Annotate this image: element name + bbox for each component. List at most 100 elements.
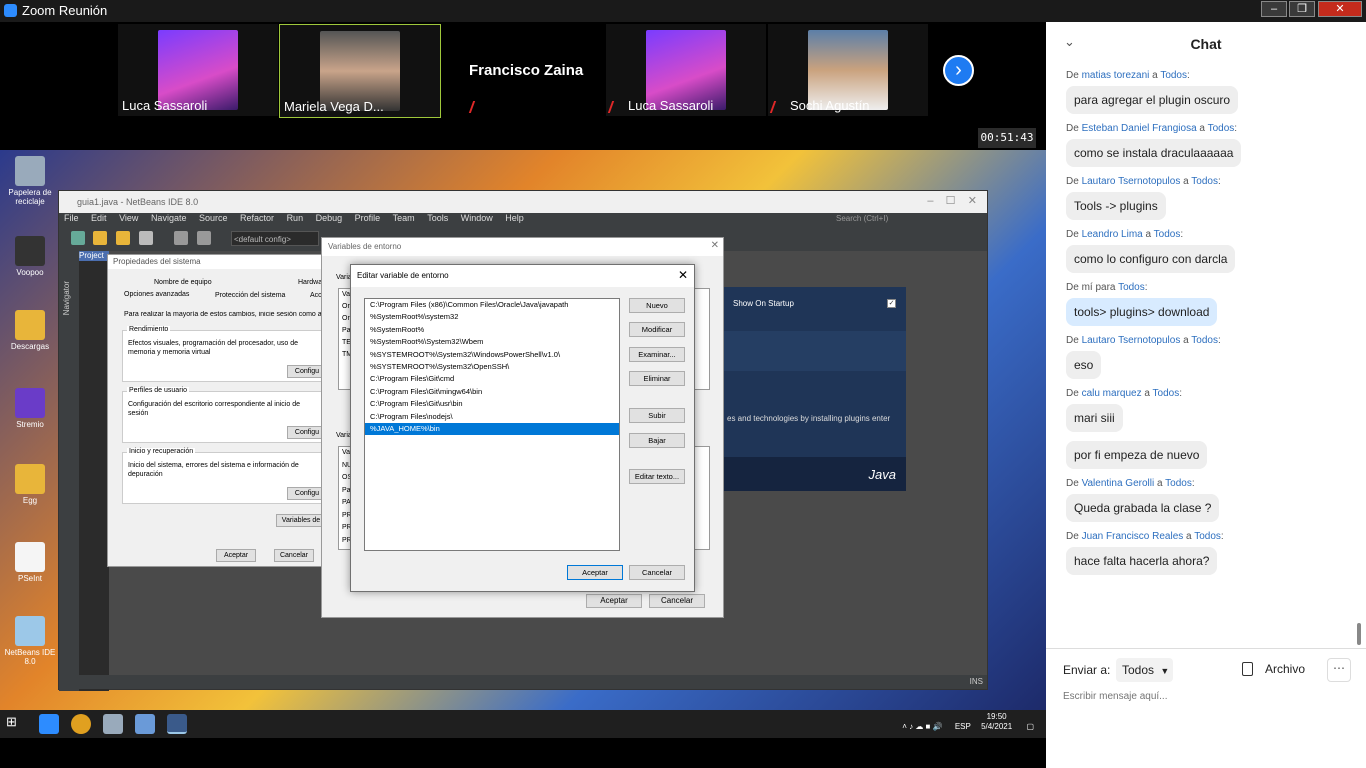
save-all-icon[interactable] <box>139 231 153 245</box>
subir-button[interactable]: Subir <box>629 408 685 423</box>
desktop-icon-egg[interactable]: Egg <box>2 464 58 505</box>
tab-hardware[interactable]: Hardwa <box>298 279 322 286</box>
java-logo: Java <box>868 467 896 482</box>
desktop-icon-descargas[interactable]: Descargas <box>2 310 58 351</box>
language-indicator[interactable]: ESP <box>955 722 971 731</box>
app-icon[interactable] <box>135 714 155 734</box>
maximize-button[interactable]: ❐ <box>1289 1 1315 17</box>
bajar-button[interactable]: Bajar <box>629 433 685 448</box>
menu-refactor[interactable]: Refactor <box>240 213 274 223</box>
path-list[interactable]: C:\Program Files (x86)\Common Files\Orac… <box>364 298 620 551</box>
tab-proteccion-sistema[interactable]: Protección del sistema <box>215 292 285 299</box>
show-on-startup-checkbox[interactable]: ✓ <box>887 299 896 308</box>
chat-message-input[interactable] <box>1063 688 1343 704</box>
chat-scrollbar[interactable] <box>1357 623 1361 645</box>
undo-icon[interactable] <box>174 231 188 245</box>
menu-edit[interactable]: Edit <box>91 213 107 223</box>
tray-icons[interactable]: ˄ ♪ ☁ ■ 🔊 <box>902 722 942 731</box>
clock-time: 19:50 <box>986 712 1007 721</box>
menu-file[interactable]: File <box>64 213 79 223</box>
participant-tile[interactable]: Sochi Agustín <box>768 24 928 116</box>
menu-help[interactable]: Help <box>505 213 524 223</box>
minimize-button[interactable]: – <box>1261 1 1287 17</box>
desktop-icon-stremio[interactable]: Stremio <box>2 388 58 429</box>
list-item[interactable]: %SystemRoot% <box>365 324 619 336</box>
file-button[interactable]: Archivo <box>1265 662 1305 676</box>
send-to-dropdown[interactable]: Todos ▼ <box>1116 658 1173 682</box>
list-item[interactable]: %SystemRoot%\System32\Wbem <box>365 336 619 348</box>
participant-tile-active-speaker[interactable]: Mariela Vega D... <box>279 24 441 118</box>
desktop-icon-voopoo[interactable]: Voopoo <box>2 236 58 277</box>
desktop-icon-pseint[interactable]: PSeInt <box>2 542 58 583</box>
menu-team[interactable]: Team <box>393 213 415 223</box>
list-item[interactable]: C:\Program Files\Git\mingw64\bin <box>365 386 619 398</box>
sysprops-aceptar-button[interactable]: Aceptar <box>216 549 256 562</box>
close-icon[interactable]: ✕ <box>711 240 719 251</box>
redo-icon[interactable] <box>197 231 211 245</box>
new-file-icon[interactable] <box>71 231 85 245</box>
new-project-icon[interactable] <box>93 231 107 245</box>
envvars-cancelar-button[interactable]: Cancelar <box>649 594 705 608</box>
desktop-icon-netbeans[interactable]: NetBeans IDE 8.0 <box>2 616 58 666</box>
menu-profile[interactable]: Profile <box>355 213 381 223</box>
list-item[interactable]: C:\Program Files (x86)\Common Files\Orac… <box>365 299 619 311</box>
menu-view[interactable]: View <box>119 213 138 223</box>
muted-mic-icon <box>468 101 484 113</box>
tab-nombre-equipo[interactable]: Nombre de equipo <box>154 279 212 286</box>
participant-tile[interactable]: Francisco Zaina <box>441 24 601 116</box>
envvars-aceptar-button[interactable]: Aceptar <box>586 594 642 608</box>
editvar-cancelar-button[interactable]: Cancelar <box>629 565 685 580</box>
netbeans-taskbar-icon[interactable] <box>167 714 187 734</box>
menu-debug[interactable]: Debug <box>316 213 343 223</box>
tab-opciones-avanzadas[interactable]: Opciones avanzadas <box>124 291 189 298</box>
list-item[interactable]: %SYSTEMROOT%\System32\OpenSSH\ <box>365 361 619 373</box>
notifications-icon[interactable]: ▢ <box>1026 722 1034 731</box>
config-select[interactable]: <default config> <box>231 231 319 246</box>
list-item[interactable]: %SystemRoot%\system32 <box>365 311 619 323</box>
message-bubble: mari siii <box>1066 404 1123 432</box>
next-page-arrow-icon[interactable]: › <box>943 55 974 86</box>
message-header: De calu marquez a Todos: <box>1066 388 1182 399</box>
close-button[interactable]: ✕ <box>1318 1 1362 17</box>
file-icon <box>15 542 45 572</box>
menu-source[interactable]: Source <box>199 213 228 223</box>
open-project-icon[interactable] <box>116 231 130 245</box>
desktop-icon-recycle-bin[interactable]: Papelera de reciclaje <box>2 156 58 206</box>
message-bubble: Queda grabada la clase ? <box>1066 494 1220 522</box>
menu-run[interactable]: Run <box>287 213 304 223</box>
navigator-tab[interactable]: Navigator <box>62 281 71 315</box>
explorer-icon[interactable] <box>103 714 123 734</box>
list-item[interactable]: C:\Program Files\nodejs\ <box>365 411 619 423</box>
projects-tab[interactable]: Project <box>79 251 109 261</box>
voopoo-icon <box>15 236 45 266</box>
chrome-icon[interactable] <box>71 714 91 734</box>
netbeans-search[interactable]: Search (Ctrl+I) <box>836 214 976 226</box>
sysprops-cancelar-button[interactable]: Cancelar <box>274 549 314 562</box>
netbeans-statusbar: INS <box>59 675 987 689</box>
message-bubble: como lo configuro con darcla <box>1066 245 1236 273</box>
close-icon[interactable]: ✕ <box>678 268 688 282</box>
list-item[interactable]: C:\Program Files\Git\usr\bin <box>365 398 619 410</box>
zoom-taskbar-icon[interactable] <box>39 714 59 734</box>
menu-navigate[interactable]: Navigate <box>151 213 187 223</box>
variables-entorno-button[interactable]: Variables de <box>276 514 326 527</box>
menu-window[interactable]: Window <box>461 213 493 223</box>
examinar-button[interactable]: Examinar... <box>629 347 685 362</box>
nuevo-button[interactable]: Nuevo <box>629 298 685 313</box>
zoom-app-icon <box>4 4 17 17</box>
eliminar-button[interactable]: Eliminar <box>629 371 685 386</box>
editar-texto-button[interactable]: Editar texto... <box>629 469 685 484</box>
message-header: De mí para Todos: <box>1066 282 1148 293</box>
windows-start-icon[interactable]: ⊞ <box>6 714 26 734</box>
participant-tile[interactable]: Luca Sassaroli <box>606 24 766 116</box>
menu-tools[interactable]: Tools <box>427 213 448 223</box>
more-options-icon[interactable]: ⋯ <box>1327 658 1351 682</box>
list-item-selected[interactable]: %JAVA_HOME%\bin <box>365 422 619 436</box>
netbeans-window-controls[interactable]: – ☐ ✕ <box>927 194 977 207</box>
editvar-aceptar-button[interactable]: Aceptar <box>567 565 623 580</box>
modificar-button[interactable]: Modificar <box>629 322 685 337</box>
list-item[interactable]: C:\Program Files\Git\cmd <box>365 373 619 385</box>
participant-tile[interactable]: Luca Sassaroli <box>118 24 278 116</box>
list-item[interactable]: %SYSTEMROOT%\System32\WindowsPowerShell\… <box>365 349 619 361</box>
tab-acceso-remoto[interactable]: Acc <box>310 292 322 299</box>
